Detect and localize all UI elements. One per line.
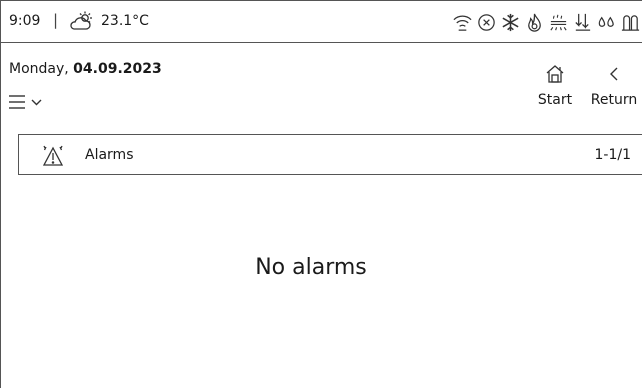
start-label: Start (537, 92, 573, 108)
date-value: 04.09.2023 (73, 61, 162, 77)
status-bar: 9:09 | 23.1°C (1, 0, 642, 43)
outdoor-temperature: 23.1°C (101, 13, 149, 29)
current-date: Monday, 04.09.2023 (9, 61, 162, 77)
water-drops-icon (598, 16, 614, 27)
hamburger-menu-icon (9, 95, 42, 109)
ventilation-icon (575, 13, 591, 31)
app-frame: 9:09 | 23.1°C Monday, 04.09.2023 Start R… (0, 0, 642, 388)
valve-icon (621, 14, 640, 31)
wifi-icon (453, 15, 472, 31)
alarms-title: Alarms (85, 147, 134, 163)
chevron-left-icon (607, 62, 621, 86)
status-separator: | (53, 11, 59, 29)
date-weekday: Monday, (9, 61, 69, 77)
alarms-count: 1-1/1 (594, 147, 632, 163)
flame-icon (528, 13, 541, 32)
status-icons (452, 9, 641, 35)
return-label: Return (590, 92, 638, 108)
no-alarms-message: No alarms (255, 255, 367, 280)
error-circle-icon (478, 13, 495, 31)
return-button[interactable]: Return (587, 62, 641, 114)
menu-button[interactable] (9, 92, 45, 112)
home-icon (544, 62, 566, 86)
alarms-header: Alarms 1-1/1 (18, 134, 642, 175)
clock-time: 9:09 (9, 13, 41, 29)
partly-sunny-icon (70, 10, 94, 32)
alarm-warning-icon (39, 141, 67, 169)
heating-icon (550, 13, 567, 30)
snowflake-icon (502, 13, 519, 31)
start-button[interactable]: Start (531, 62, 579, 114)
